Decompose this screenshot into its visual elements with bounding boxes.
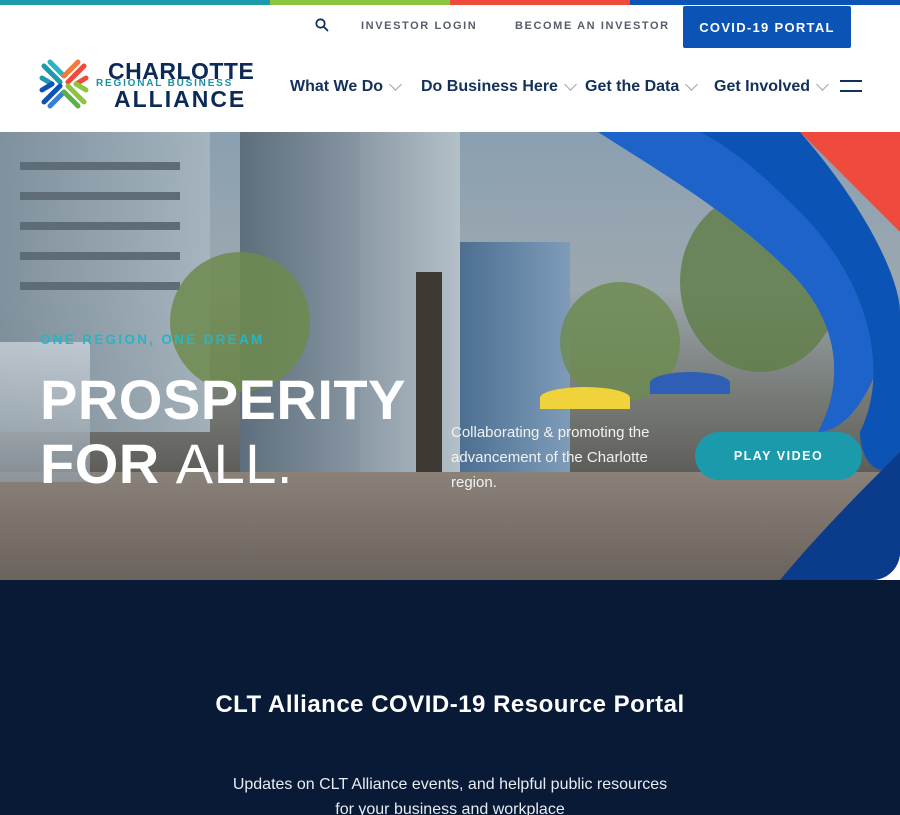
hero-section: ONE REGION, ONE DREAM PROSPERITY FOR ALL… — [0, 132, 900, 580]
nav-item-label: What We Do — [290, 78, 384, 95]
site-header: INVESTOR LOGIN BECOME AN INVESTOR COVID-… — [0, 0, 900, 132]
nav-item-get-involved[interactable]: Get Involved — [714, 78, 829, 96]
hamburger-menu-icon[interactable] — [840, 80, 862, 94]
nav-item-label: Get Involved — [714, 78, 811, 95]
hero-headline: PROSPERITY FOR ALL. — [40, 368, 406, 496]
stripe-green — [270, 0, 450, 5]
investor-login-link[interactable]: INVESTOR LOGIN — [361, 20, 477, 32]
top-color-stripe — [0, 0, 900, 5]
nav-item-label: Do Business Here — [421, 78, 558, 95]
nav-item-get-the-data[interactable]: Get the Data — [585, 78, 699, 96]
search-icon[interactable] — [315, 18, 329, 32]
headline-bold-word: FOR — [40, 432, 160, 495]
headline-line-1: PROSPERITY — [40, 368, 406, 431]
nav-item-what-we-do[interactable]: What We Do — [290, 78, 402, 96]
chevron-down-icon — [816, 78, 829, 91]
chevron-down-icon — [564, 78, 577, 91]
become-investor-link[interactable]: BECOME AN INVESTOR — [515, 20, 670, 32]
chevron-down-icon — [685, 78, 699, 91]
logo-mark-icon — [39, 59, 89, 109]
hero-description: Collaborating & promoting the advancemen… — [451, 424, 650, 491]
stripe-red — [450, 0, 630, 5]
charlotte-alliance-logo[interactable]: CHARLOTTE REGIONAL BUSINESS ALLIANCE — [38, 58, 258, 112]
logo-line-alliance: ALLIANCE — [114, 86, 247, 112]
covid-section-subtitle: Updates on CLT Alliance events, and help… — [232, 776, 668, 815]
covid-section-title: CLT Alliance COVID-19 Resource Portal — [215, 691, 685, 718]
nav-item-label: Get the Data — [585, 78, 680, 95]
nav-item-do-business-here[interactable]: Do Business Here — [421, 78, 577, 96]
hero-eyebrow: ONE REGION, ONE DREAM — [40, 332, 265, 347]
stripe-blue — [630, 0, 900, 5]
headline-thin-word: ALL. — [175, 432, 293, 495]
covid-portal-button[interactable]: COVID-19 PORTAL — [683, 6, 851, 48]
hero-decorative-shapes — [598, 132, 900, 580]
stripe-teal — [0, 0, 270, 5]
play-video-button[interactable]: PLAY VIDEO — [695, 432, 862, 480]
covid-portal-section: CLT Alliance COVID-19 Resource Portal Up… — [0, 580, 900, 815]
chevron-down-icon — [389, 78, 402, 91]
